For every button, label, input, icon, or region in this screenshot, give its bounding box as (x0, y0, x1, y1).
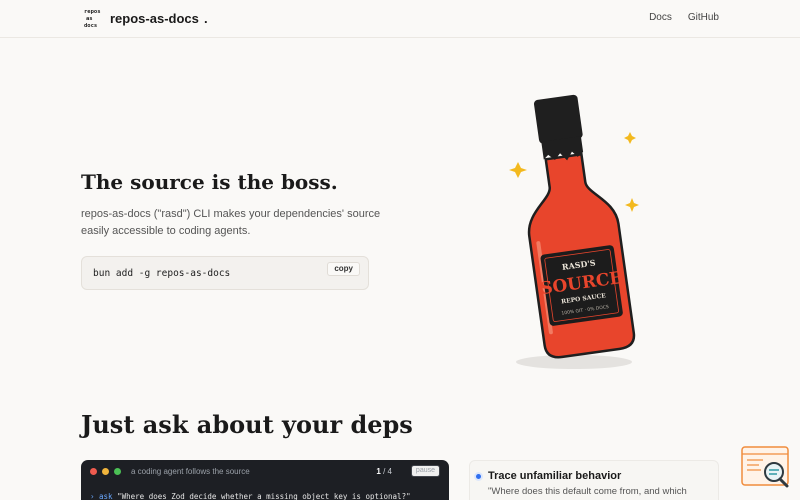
window-maximize-dot (114, 468, 121, 475)
sparkle-icon (509, 162, 527, 178)
floating-search-widget-icon[interactable] (741, 446, 791, 488)
feature-active-indicator (476, 474, 481, 479)
logo-line-2: as (86, 16, 93, 22)
nav-docs-link[interactable]: Docs (649, 12, 672, 23)
demo-step-total: 4 (387, 467, 392, 476)
feature-title: Trace unfamiliar behavior (488, 470, 622, 482)
hero-subtitle: repos-as-docs ("rasd") CLI makes your de… (81, 208, 381, 237)
hero-title: The source is the boss. (81, 170, 338, 194)
nav-github-link[interactable]: GitHub (688, 12, 719, 23)
sparkle-icon (624, 132, 636, 144)
window-close-dot (90, 468, 97, 475)
copy-button[interactable]: copy (327, 262, 360, 276)
feature-quote: "Where does this default come from, and … (488, 486, 687, 497)
bottle-shadow (516, 355, 632, 369)
logo-mark[interactable]: repos as docs (84, 9, 104, 31)
window-minimize-dot (102, 468, 109, 475)
terminal-titlebar: a coding agent follows the source 1 / 4 … (81, 460, 449, 482)
top-nav: Docs GitHub (649, 12, 719, 23)
terminal-question: "Where does Zod decide whether a missing… (117, 492, 411, 500)
terminal-caption: a coding agent follows the source (131, 467, 250, 476)
feature-card-trace[interactable]: Trace unfamiliar behavior "Where does th… (469, 460, 719, 500)
agent-terminal-demo: a coding agent follows the source 1 / 4 … (81, 460, 449, 500)
logo-line-1: repos (84, 9, 101, 15)
section-title: Just ask about your deps (81, 410, 413, 439)
sparkle-icon (625, 198, 639, 212)
pause-button[interactable]: pause (410, 465, 440, 477)
site-header: repos as docs repos-as-docs . Docs GitHu… (0, 0, 800, 38)
install-command[interactable]: bun add -g repos-as-docs (93, 268, 230, 279)
brand-name[interactable]: repos-as-docs (110, 11, 199, 26)
brand-suffix: . (204, 11, 208, 26)
terminal-line: › ask "Where does Zod decide whether a m… (90, 492, 411, 500)
install-command-box: bun add -g repos-as-docs copy (81, 256, 369, 290)
hot-sauce-bottle-illustration: RASD'S SOURCE REPO SAUCE 100% GIT · 0% D… (509, 94, 639, 369)
bottle-cap (533, 94, 583, 144)
demo-step-counter: 1 / 4 (376, 467, 392, 476)
demo-step-separator: / (380, 467, 388, 476)
terminal-prompt: › ask (90, 492, 113, 500)
logo-line-3: docs (84, 23, 98, 29)
